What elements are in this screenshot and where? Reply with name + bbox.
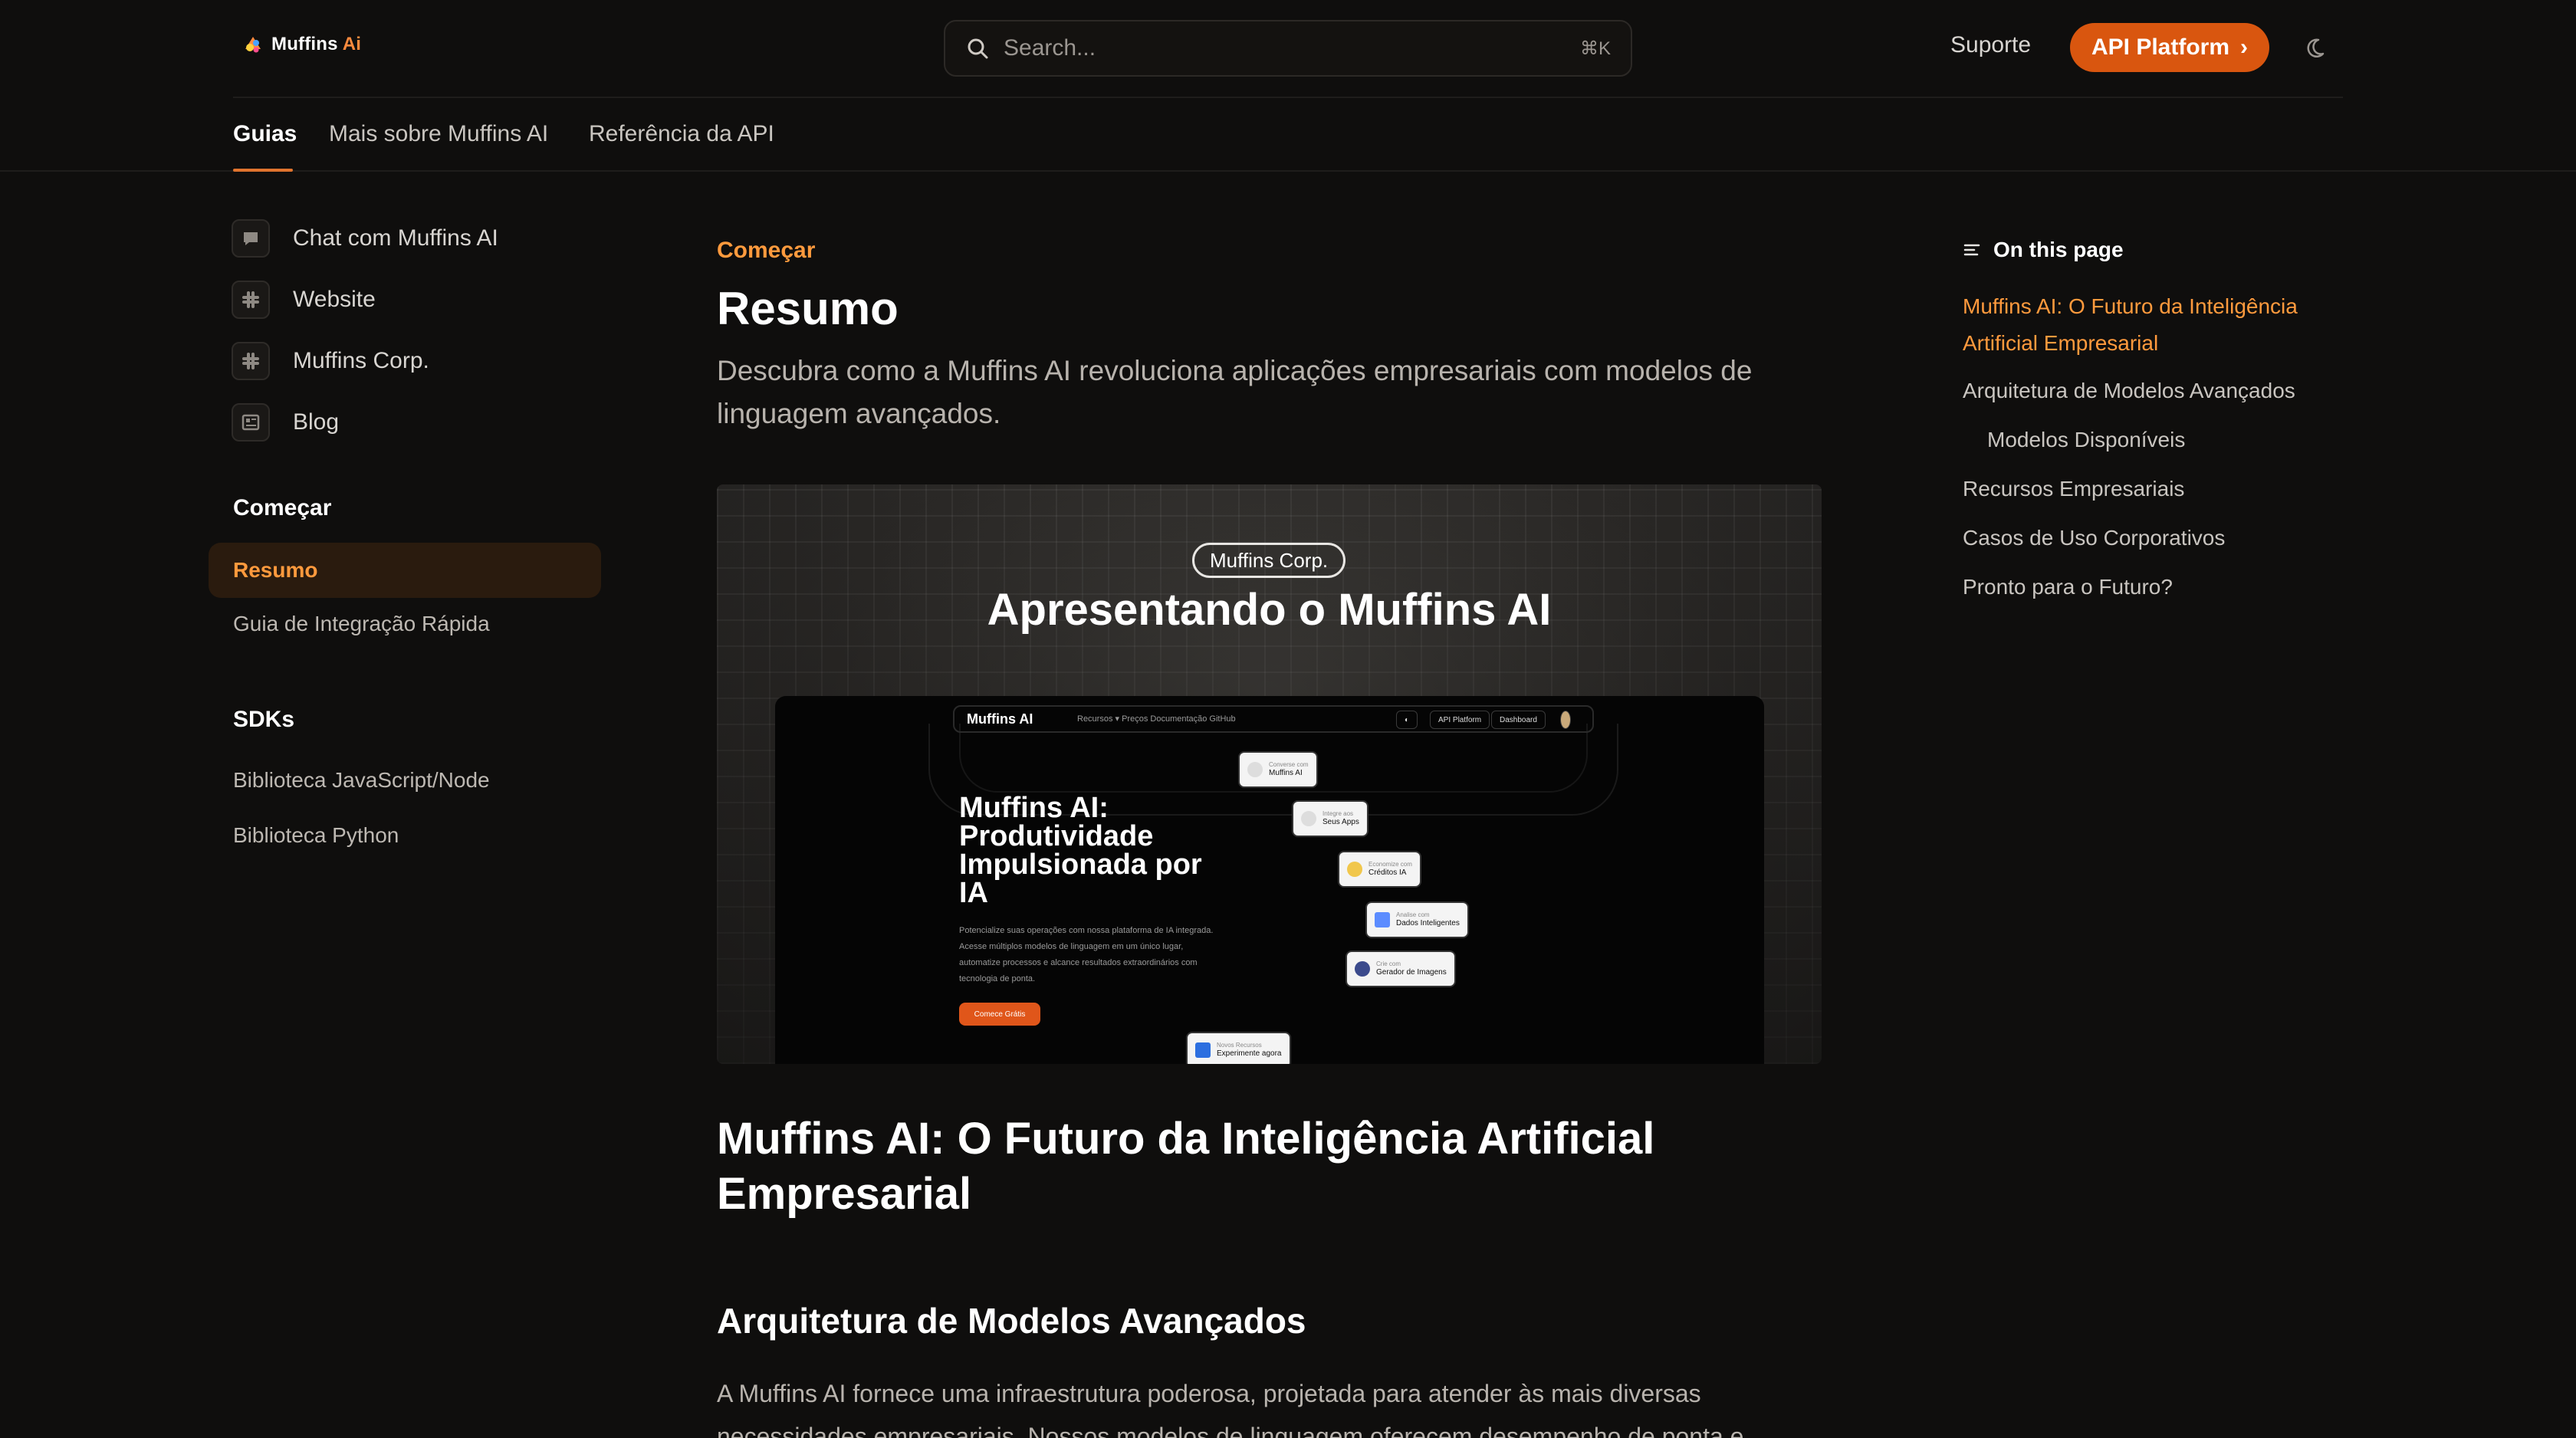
- screenshot-theme-icon: ◐: [1396, 711, 1418, 729]
- tab-mais-sobre[interactable]: Mais sobre Muffins AI: [329, 121, 548, 147]
- search-bar[interactable]: Search... ⌘K: [944, 20, 1632, 77]
- screenshot-cta-button: Comece Grátis: [959, 1003, 1040, 1026]
- subsection-heading: Arquitetura de Modelos Avançados: [717, 1301, 1306, 1341]
- api-platform-label: API Platform: [2091, 34, 2230, 60]
- breadcrumb[interactable]: Começar: [717, 238, 815, 264]
- section-tabs: Guias Mais sobre Muffins AI Referência d…: [0, 98, 2576, 172]
- sidebar-item-javascript-node[interactable]: Biblioteca JavaScript/Node: [233, 768, 490, 793]
- toc-item-arquitetura[interactable]: Arquitetura de Modelos Avançados: [1963, 373, 2361, 409]
- active-tab-indicator: [233, 169, 293, 172]
- feature-card: Novos Recursos Experimente agora: [1188, 1033, 1290, 1064]
- feature-card: Crie com Gerador de Imagens: [1347, 952, 1454, 986]
- product-screenshot: Muffins AI Recursos ▾ Preços Documentaçã…: [775, 696, 1764, 1064]
- moon-icon[interactable]: [2305, 34, 2332, 61]
- sidebar-link-label: Website: [293, 287, 376, 312]
- sidebar-item-resumo[interactable]: Resumo: [209, 543, 601, 598]
- chevron-right-icon: ›: [2240, 34, 2249, 60]
- screenshot-avatar: [1560, 711, 1571, 729]
- hero-image: Muffins Corp. Apresentando o Muffins AI …: [717, 484, 1822, 1064]
- toc-item-pronto[interactable]: Pronto para o Futuro?: [1963, 569, 2361, 606]
- toc-item-futuro[interactable]: Muffins AI: O Futuro da Inteligência Art…: [1963, 288, 2361, 362]
- page-title: Resumo: [717, 283, 899, 334]
- search-placeholder: Search...: [1004, 35, 1096, 61]
- logo[interactable]: Muffins Ai: [242, 34, 361, 55]
- sidebar-item-guia-integracao[interactable]: Guia de Integração Rápida: [233, 612, 490, 636]
- toc-item-casos[interactable]: Casos de Uso Corporativos: [1963, 520, 2361, 556]
- toc-heading: On this page: [1963, 238, 2124, 262]
- hero-pill: Muffins Corp.: [1192, 543, 1346, 578]
- screenshot-brand: Muffins AI: [967, 711, 1033, 727]
- screenshot-description: Potencialize suas operações com nossa pl…: [959, 926, 1214, 983]
- body-paragraph: A Muffins AI fornece uma infraestrutura …: [717, 1380, 1744, 1438]
- sidebar-section-sdks: SDKs: [233, 707, 295, 732]
- toc-heading-label: On this page: [1993, 238, 2124, 261]
- brush-icon: [1355, 961, 1370, 977]
- feature-card: Economize com Créditos IA: [1339, 852, 1420, 886]
- puzzle-icon: [1301, 811, 1316, 826]
- sidebar-section-comecar: Começar: [233, 495, 332, 520]
- sidebar-item-python[interactable]: Biblioteca Python: [233, 823, 399, 848]
- section-heading: Muffins AI: O Futuro da Inteligência Art…: [717, 1114, 1655, 1219]
- logo-wordmark: Muffins Ai: [271, 34, 362, 54]
- slack-icon: [232, 281, 270, 319]
- screenshot-navbar: Muffins AI Recursos ▾ Preços Documentaçã…: [953, 705, 1594, 733]
- sidebar-link-label: Muffins Corp.: [293, 348, 429, 373]
- sidebar-link-website[interactable]: Website: [232, 279, 376, 320]
- top-header: Muffins Ai Search... ⌘K Suporte API Plat…: [0, 0, 2576, 98]
- sidebar-link-label: Blog: [293, 409, 340, 435]
- muffin-logo-icon: [245, 37, 261, 53]
- tab-guias[interactable]: Guias: [233, 121, 297, 147]
- feature-card: Converse com Muffins AI: [1240, 753, 1316, 786]
- sidebar-link-muffins-corp[interactable]: Muffins Corp.: [232, 340, 429, 382]
- api-platform-button[interactable]: API Platform ›: [2070, 23, 2269, 72]
- feature-card: Integre aos Seus Apps: [1293, 802, 1367, 836]
- sidebar-item-label: Resumo: [233, 558, 318, 582]
- hero-title: Apresentando o Muffins AI: [987, 585, 1552, 635]
- newspaper-icon: [232, 403, 270, 442]
- toc-item-recursos[interactable]: Recursos Empresariais: [1963, 471, 2361, 507]
- sidebar-link-chat[interactable]: Chat com Muffins AI: [232, 218, 498, 259]
- support-link[interactable]: Suporte: [1950, 32, 2031, 58]
- page-description: Descubra como a Muffins AI revoluciona a…: [717, 355, 1753, 429]
- new-badge-icon: [1195, 1042, 1211, 1058]
- slack-icon: [232, 342, 270, 380]
- chat-icon: [1247, 762, 1263, 777]
- list-icon: [1963, 244, 1980, 256]
- feature-card: Analise com Dados Inteligentes: [1367, 903, 1467, 937]
- search-icon: [968, 38, 988, 59]
- coin-icon: [1347, 862, 1362, 877]
- bar-chart-icon: [1375, 912, 1390, 927]
- toc-item-modelos[interactable]: Modelos Disponíveis: [1987, 422, 2386, 458]
- screenshot-headline: Muffins AI: Produtividade Impulsionada p…: [959, 792, 1202, 909]
- screenshot-nav-links: Recursos ▾ Preços Documentação GitHub: [1077, 714, 1236, 724]
- tab-referencia-api[interactable]: Referência da API: [589, 121, 774, 147]
- screenshot-dashboard-chip: Dashboard: [1491, 711, 1546, 729]
- sidebar-link-label: Chat com Muffins AI: [293, 225, 498, 251]
- sidebar-link-blog[interactable]: Blog: [232, 402, 339, 443]
- chat-icon: [232, 219, 270, 258]
- screenshot-api-chip: API Platform: [1430, 711, 1490, 729]
- search-shortcut: ⌘K: [1579, 38, 1611, 59]
